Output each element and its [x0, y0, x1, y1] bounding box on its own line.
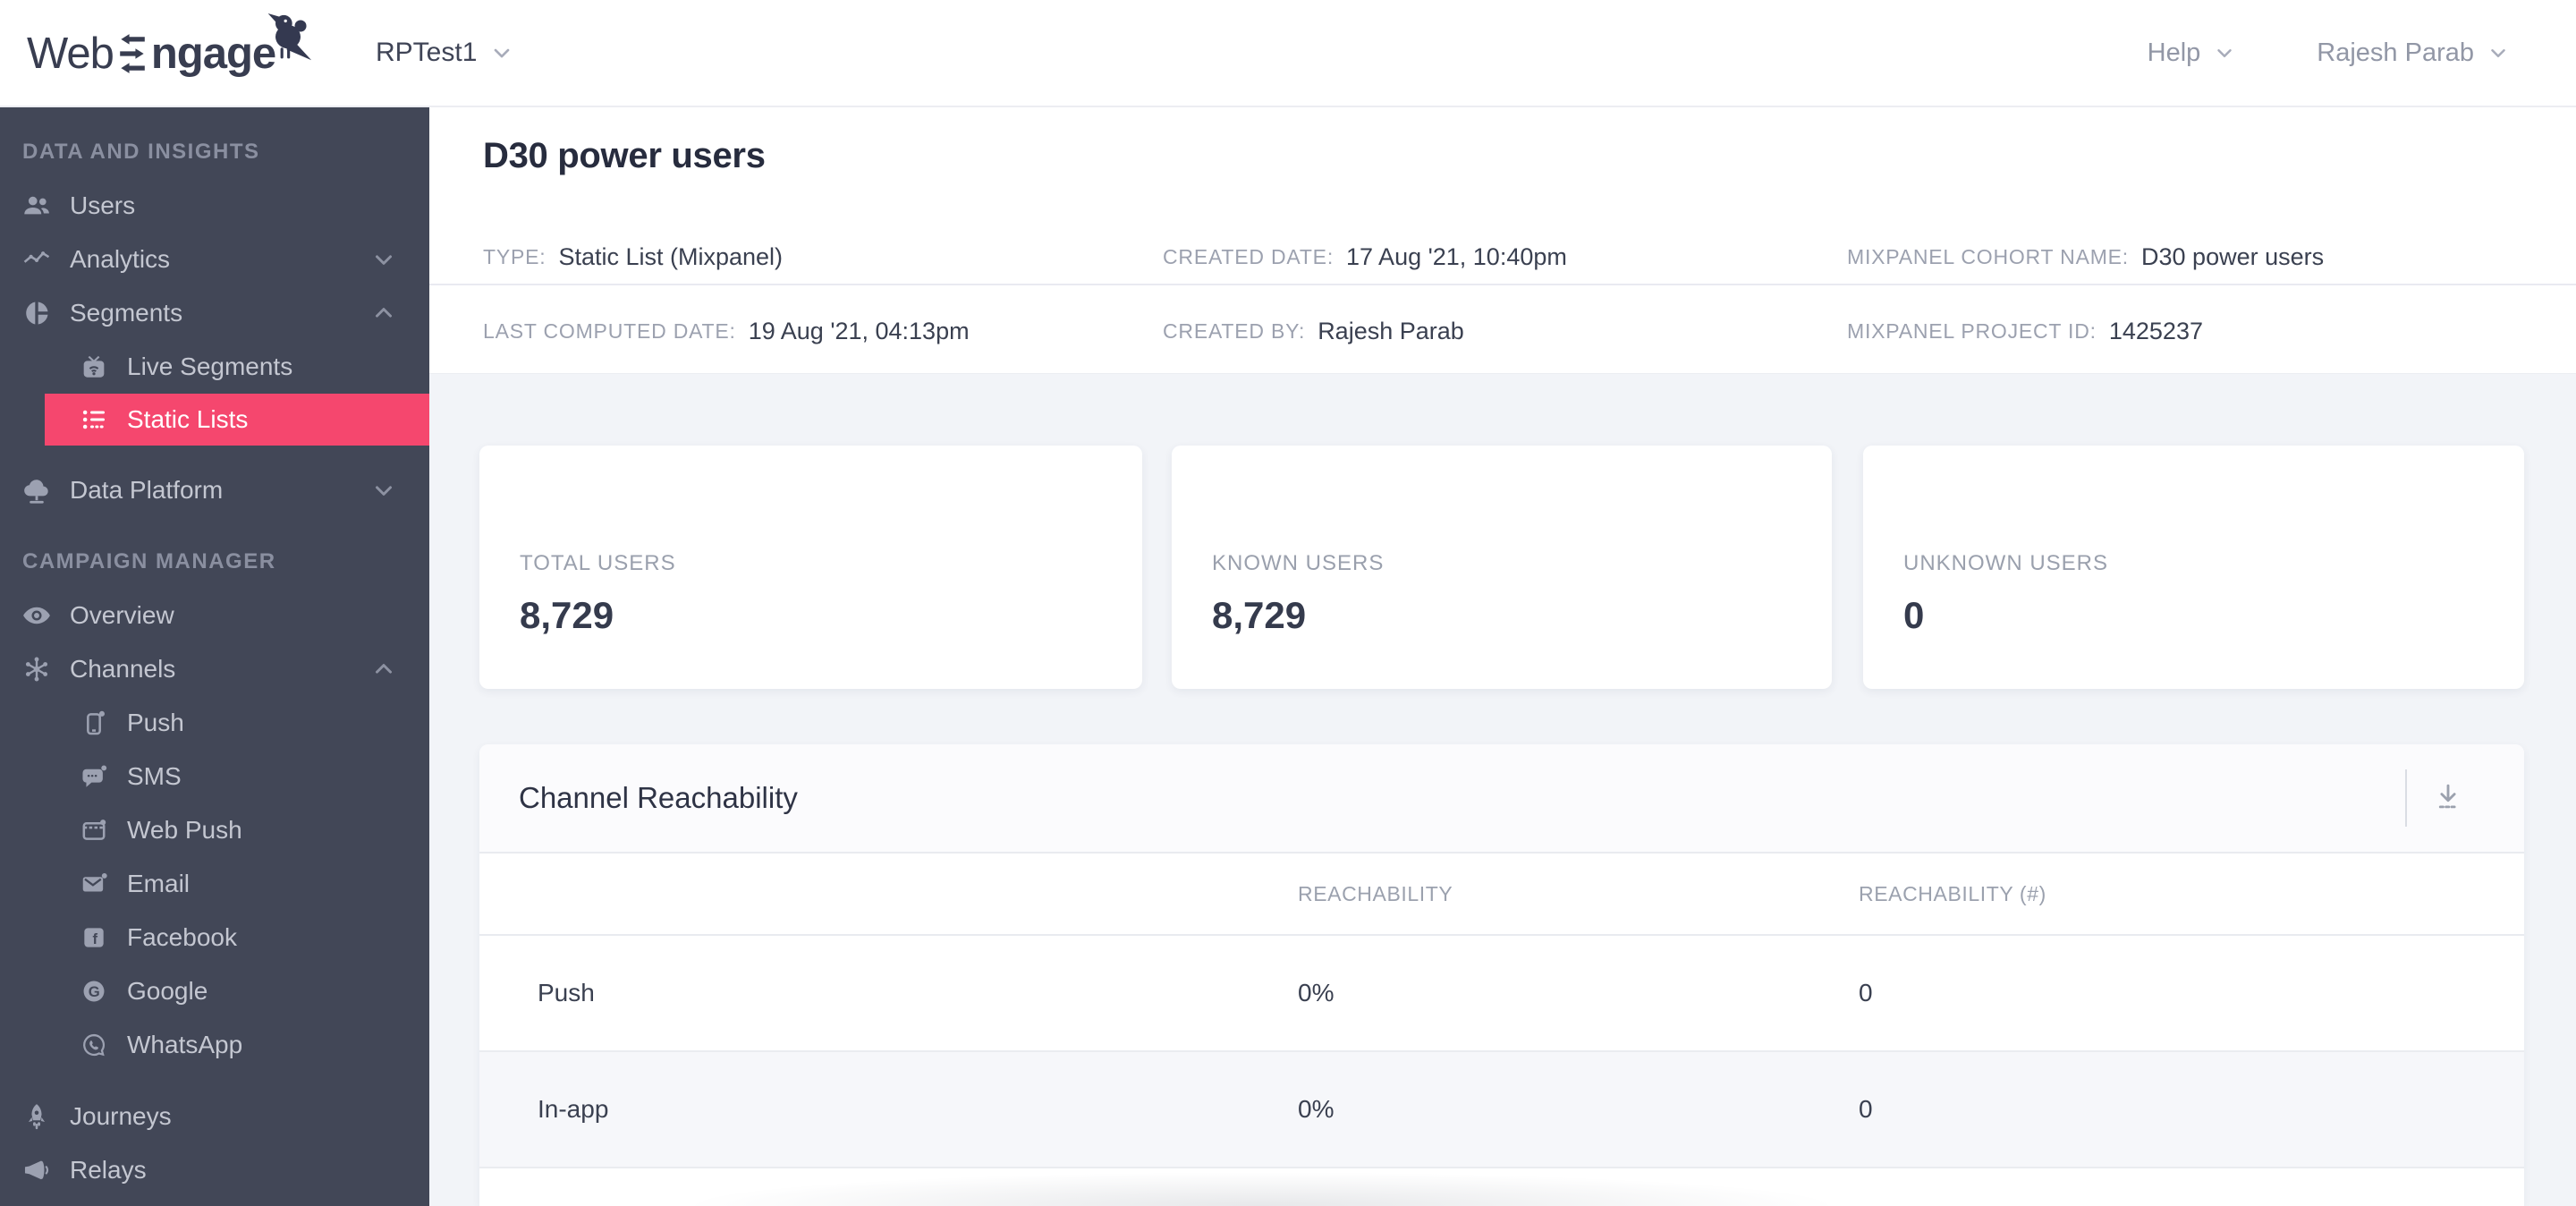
logo-text-ngage: ngage: [150, 30, 276, 78]
sidebar-item-static-lists[interactable]: Static Lists: [45, 394, 429, 446]
mobile-push-icon: [79, 708, 109, 738]
sidebar-item-users[interactable]: Users: [0, 179, 429, 233]
chevron-up-icon: [370, 656, 397, 683]
project-switcher[interactable]: RPTest1: [376, 0, 514, 106]
stat-card-known-users: KNOWN USERS 8,729: [1172, 446, 1832, 689]
logo-text-web: Web: [27, 30, 114, 78]
sidebar-item-data-platform[interactable]: Data Platform: [0, 463, 429, 517]
table-row: In-app 0% 0: [479, 1052, 2524, 1168]
live-segments-icon: [79, 352, 109, 382]
meta-mixpanel-cohort-name: MIXPANEL COHORT NAME: D30 power users: [1847, 242, 2325, 270]
webengage-logo[interactable]: Web ngage: [27, 13, 313, 88]
sidebar-item-email[interactable]: Email: [0, 857, 429, 911]
download-button[interactable]: [2419, 769, 2478, 828]
section-data-and-insights: DATA AND INSIGHTS: [22, 140, 260, 164]
panel-title: Channel Reachability: [519, 781, 798, 814]
help-menu[interactable]: Help: [2148, 38, 2237, 68]
channel-name: In-app: [538, 1095, 609, 1123]
chevron-up-icon: [370, 300, 397, 327]
help-label: Help: [2147, 38, 2201, 67]
stat-card-unknown-users: UNKNOWN USERS 0: [1863, 446, 2524, 689]
sidebar-item-relays[interactable]: Relays: [0, 1143, 429, 1197]
sidebar-item-facebook[interactable]: f Facebook: [0, 911, 429, 964]
data-platform-icon: [21, 475, 52, 505]
table-header-row: REACHABILITY REACHABILITY (#): [479, 854, 2524, 936]
sidebar-item-journeys[interactable]: Journeys: [0, 1090, 429, 1143]
meta-divider: [429, 284, 2576, 285]
webengage-app: Web ngage RPTest1 Help Rajesh Parab DATA…: [0, 0, 2576, 1206]
email-envelope-icon: [79, 869, 109, 899]
sidebar-item-whatsapp[interactable]: WhatsApp: [0, 1018, 429, 1072]
chevron-down-icon: [489, 40, 514, 65]
meta-row-1: TYPE: Static List (Mixpanel) CREATED DAT…: [429, 237, 2576, 276]
stat-card-total-users: TOTAL USERS 8,729: [479, 446, 1142, 689]
column-header-reachability: REACHABILITY: [1298, 881, 1453, 905]
stat-cards: TOTAL USERS 8,729 KNOWN USERS 8,729 UNKN…: [429, 446, 2576, 689]
sidebar-item-web-push[interactable]: Web Push: [0, 803, 429, 857]
chevron-down-icon: [2487, 41, 2510, 64]
user-menu[interactable]: Rajesh Parab: [2317, 38, 2510, 68]
meta-last-computed-date: LAST COMPUTED DATE: 19 Aug '21, 04:13pm: [483, 317, 970, 344]
main-content: D30 power users TYPE: Static List (Mixpa…: [429, 107, 2576, 1206]
topbar: Web ngage RPTest1 Help Rajesh Parab: [0, 0, 2576, 107]
reachability-value: 0%: [1298, 979, 1335, 1006]
section-campaign-manager: CAMPAIGN MANAGER: [22, 549, 276, 573]
reachability-value: 0%: [1298, 1095, 1335, 1123]
channel-name: Push: [538, 979, 595, 1006]
panel-header: Channel Reachability: [479, 744, 2524, 854]
topbar-right: Help Rajesh Parab: [2148, 0, 2510, 106]
channel-reachability-panel: Channel Reachability REACHABILITY REACHA…: [479, 744, 2524, 1206]
meta-mixpanel-project-id: MIXPANEL PROJECT ID: 1425237: [1847, 317, 2203, 344]
page-title: D30 power users: [483, 136, 766, 175]
meta-created-date: CREATED DATE: 17 Aug '21, 10:40pm: [1163, 242, 1567, 270]
browser-push-icon: [79, 815, 109, 845]
page-header: D30 power users TYPE: Static List (Mixpa…: [429, 107, 2576, 374]
rocket-icon: [21, 1101, 52, 1132]
table-row: Push 0% 0: [479, 936, 2524, 1052]
download-icon: [2431, 779, 2465, 818]
meta-created-by: CREATED BY: Rajesh Parab: [1163, 317, 1464, 344]
column-header-reachability-count: REACHABILITY (#): [1859, 881, 2046, 905]
chevron-down-icon: [370, 477, 397, 504]
chevron-down-icon: [2213, 41, 2236, 64]
sidebar-item-segments[interactable]: Segments: [0, 286, 429, 340]
sidebar-item-google[interactable]: G Google: [0, 964, 429, 1018]
meta-type: TYPE: Static List (Mixpanel): [483, 242, 784, 270]
sidebar-item-analytics[interactable]: Analytics: [0, 233, 429, 286]
reachability-count: 0: [1859, 979, 1873, 1006]
table-row-partial: [479, 1168, 2524, 1206]
logo-arrows-icon: [116, 33, 148, 74]
project-name: RPTest1: [376, 38, 478, 67]
svg-text:f: f: [93, 930, 98, 947]
svg-text:G: G: [89, 983, 100, 1000]
reachability-count: 0: [1859, 1095, 1873, 1123]
sidebar-item-overview[interactable]: Overview: [0, 589, 429, 642]
meta-row-2: LAST COMPUTED DATE: 19 Aug '21, 04:13pm …: [429, 311, 2576, 351]
megaphone-icon: [21, 1155, 52, 1185]
facebook-icon: f: [79, 922, 109, 953]
user-name: Rajesh Parab: [2317, 38, 2474, 67]
sidebar-item-sms[interactable]: SMS: [0, 750, 429, 803]
analytics-icon: [21, 244, 52, 275]
header-divider: [2405, 769, 2407, 827]
channels-hub-icon: [21, 654, 52, 684]
sidebar-item-channels[interactable]: Channels: [0, 642, 429, 696]
chevron-down-icon: [370, 246, 397, 273]
segments-icon: [21, 298, 52, 328]
sms-bubble-icon: [79, 761, 109, 792]
google-icon: G: [79, 976, 109, 1006]
sidebar-item-live-segments[interactable]: Live Segments: [0, 340, 429, 394]
static-lists-icon: [79, 404, 109, 435]
logo-bird-icon: [263, 10, 313, 67]
sidebar-item-push[interactable]: Push: [0, 696, 429, 750]
eye-icon: [21, 600, 52, 631]
users-icon: [21, 191, 52, 221]
whatsapp-icon: [79, 1030, 109, 1060]
sidebar: DATA AND INSIGHTS Users Analytics Segmen…: [0, 107, 429, 1206]
